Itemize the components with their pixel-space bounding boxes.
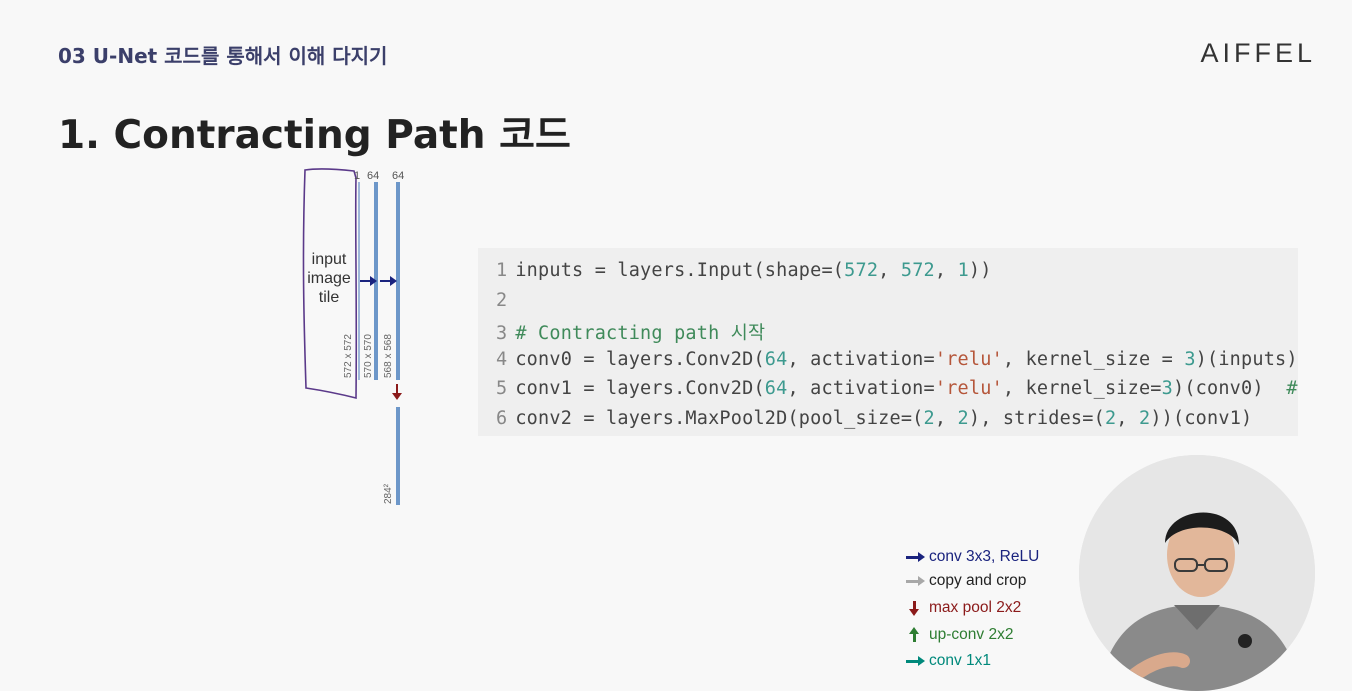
code-line: 4 conv0 = layers.Conv2D(64, activation='r…: [496, 349, 1298, 378]
input-label-line-3: tile: [318, 289, 340, 306]
code-token: ,: [934, 260, 958, 281]
channel-label-2: 64: [367, 170, 380, 182]
code-token: 3: [1161, 378, 1173, 399]
unet-diagram: input image tile 1 64 64 572 x 572 570 x…: [296, 166, 436, 516]
dim-label-3: 568 x 568: [383, 334, 394, 378]
code-token: ,: [878, 260, 901, 281]
line-number: 5: [496, 378, 508, 399]
channel-label-1: 1: [354, 170, 361, 182]
code-token: )): [968, 260, 992, 281]
code-block: 1 inputs = layers.Input(shape=(572, 572, …: [478, 248, 1298, 436]
diagram-legend: conv 3x3, ReLU copy and crop max pool 2x2 u…: [904, 546, 1094, 676]
code-line: 1 inputs = layers.Input(shape=(572, 572, …: [496, 260, 992, 289]
code-line: 2: [496, 290, 515, 319]
arrow-right-icon: [904, 654, 926, 668]
line-number: 3: [496, 323, 508, 344]
dim-label-4: 284²: [383, 483, 394, 504]
code-token: 64: [764, 348, 788, 370]
code-token: , kernel_size =: [1002, 348, 1185, 370]
code-token: # Contracting path 시작: [515, 323, 766, 344]
code-token: 572: [844, 260, 879, 281]
code-token: 2: [1104, 407, 1117, 429]
line-number: 2: [496, 289, 508, 311]
slide-title: 1. Contracting Path 코드: [58, 113, 571, 158]
conv-arrow-icon: [360, 276, 377, 286]
code-token: , kernel_size=: [1002, 378, 1162, 399]
code-line: 6 conv2 = layers.MaxPool2D(pool_size=(2, …: [496, 408, 1252, 437]
code-token: 3: [1184, 348, 1196, 370]
legend-label: max pool 2x2: [929, 599, 1022, 616]
code-token: 2: [1138, 407, 1151, 429]
presenter-avatar: [1079, 455, 1315, 691]
maxpool-arrow-icon: [392, 384, 402, 400]
code-token: 'relu': [934, 378, 1003, 399]
input-label-line-2: image: [307, 270, 351, 287]
code-token: 572: [900, 260, 935, 281]
input-image-tile-label: input image tile: [300, 250, 358, 307]
code-token: ,: [934, 407, 958, 429]
legend-label: conv 3x3, ReLU: [929, 548, 1040, 565]
legend-item: copy and crop: [904, 570, 1026, 592]
pool-feature-bar: [396, 407, 400, 505]
legend-label: up-conv 2x2: [929, 626, 1014, 643]
input-label-line-1: input: [311, 251, 347, 268]
code-token: conv1 = layers.Conv2D(: [515, 378, 765, 399]
legend-label: conv 1x1: [929, 652, 992, 669]
code-token: , activation=: [787, 348, 935, 370]
line-number: 1: [496, 260, 508, 281]
legend-item: max pool 2x2: [904, 597, 1021, 619]
line-number: 4: [496, 348, 508, 370]
code-token: conv2 = layers.MaxPool2D(pool_size=(: [515, 407, 924, 429]
code-token: conv0 = layers.Conv2D(: [515, 348, 765, 370]
arrow-down-icon: [904, 601, 926, 616]
code-token: , activation=: [787, 378, 935, 399]
legend-label: copy and crop: [929, 572, 1027, 589]
section-label: 03 U-Net 코드를 통해서 이해 다지기: [58, 44, 388, 68]
legend-item: conv 3x3, ReLU: [904, 546, 1039, 568]
code-token: 64: [764, 378, 788, 399]
arrow-right-icon: [904, 550, 926, 564]
conv-arrow-icon: [380, 276, 397, 286]
dim-label-2: 570 x 570: [363, 334, 374, 378]
code-token: )(conv0): [1172, 378, 1287, 399]
code-token: 1: [957, 260, 969, 281]
line-number: 6: [496, 407, 508, 429]
code-token: 2: [923, 407, 935, 429]
code-token: inputs = layers.Input(shape=(: [515, 260, 845, 281]
presenter-video: [1079, 455, 1315, 691]
code-token: #: [1286, 378, 1298, 399]
legend-item: conv 1x1: [904, 650, 991, 672]
code-line: 3 # Contracting path 시작: [496, 319, 765, 348]
brand-logo: AIFFEL: [1200, 38, 1316, 68]
code-token: ))(conv1): [1150, 407, 1253, 429]
dim-label-1: 572 x 572: [343, 334, 354, 378]
code-token: )(inputs): [1195, 348, 1298, 370]
code-token: ), strides=(: [968, 407, 1105, 429]
code-token: 'relu': [934, 348, 1003, 370]
arrow-up-icon: [904, 627, 926, 642]
legend-item: up-conv 2x2: [904, 624, 1013, 646]
code-token: ,: [1116, 407, 1139, 429]
code-token: 2: [957, 407, 969, 429]
arrow-right-icon: [904, 574, 926, 588]
channel-label-3: 64: [392, 170, 405, 182]
code-line: 5 conv1 = layers.Conv2D(64, activation='r…: [496, 378, 1298, 407]
